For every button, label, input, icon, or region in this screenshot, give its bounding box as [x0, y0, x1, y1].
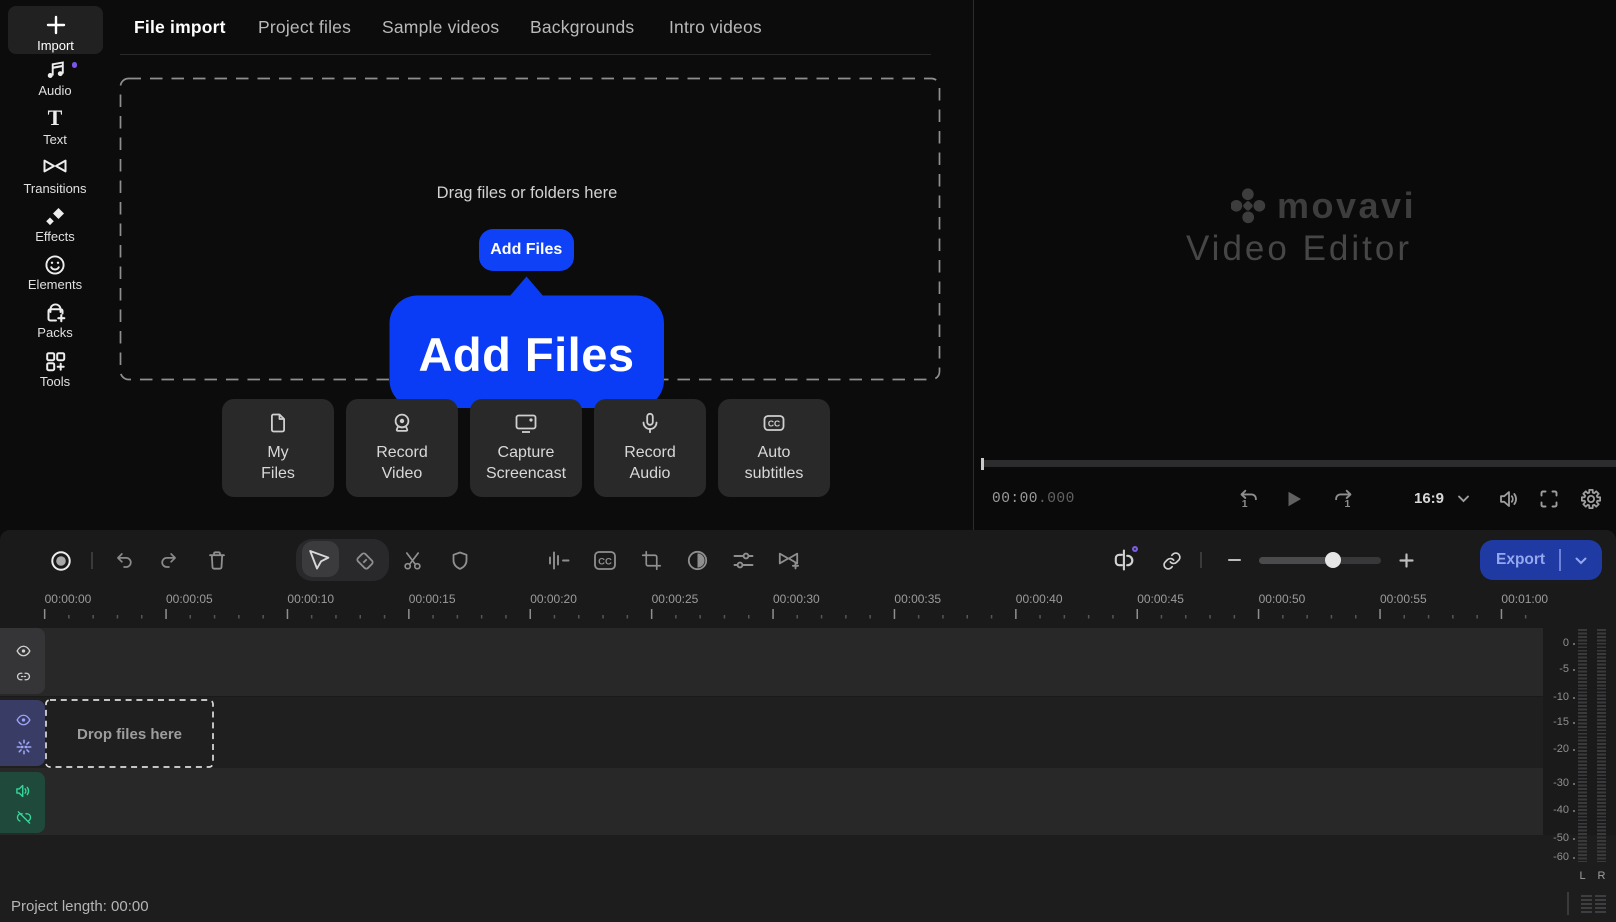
svg-text:CC: CC [768, 419, 780, 429]
svg-text:CC: CC [598, 556, 612, 567]
svg-text:T: T [48, 107, 63, 129]
svg-text:1: 1 [1242, 498, 1248, 508]
svg-text:1: 1 [1345, 498, 1351, 508]
